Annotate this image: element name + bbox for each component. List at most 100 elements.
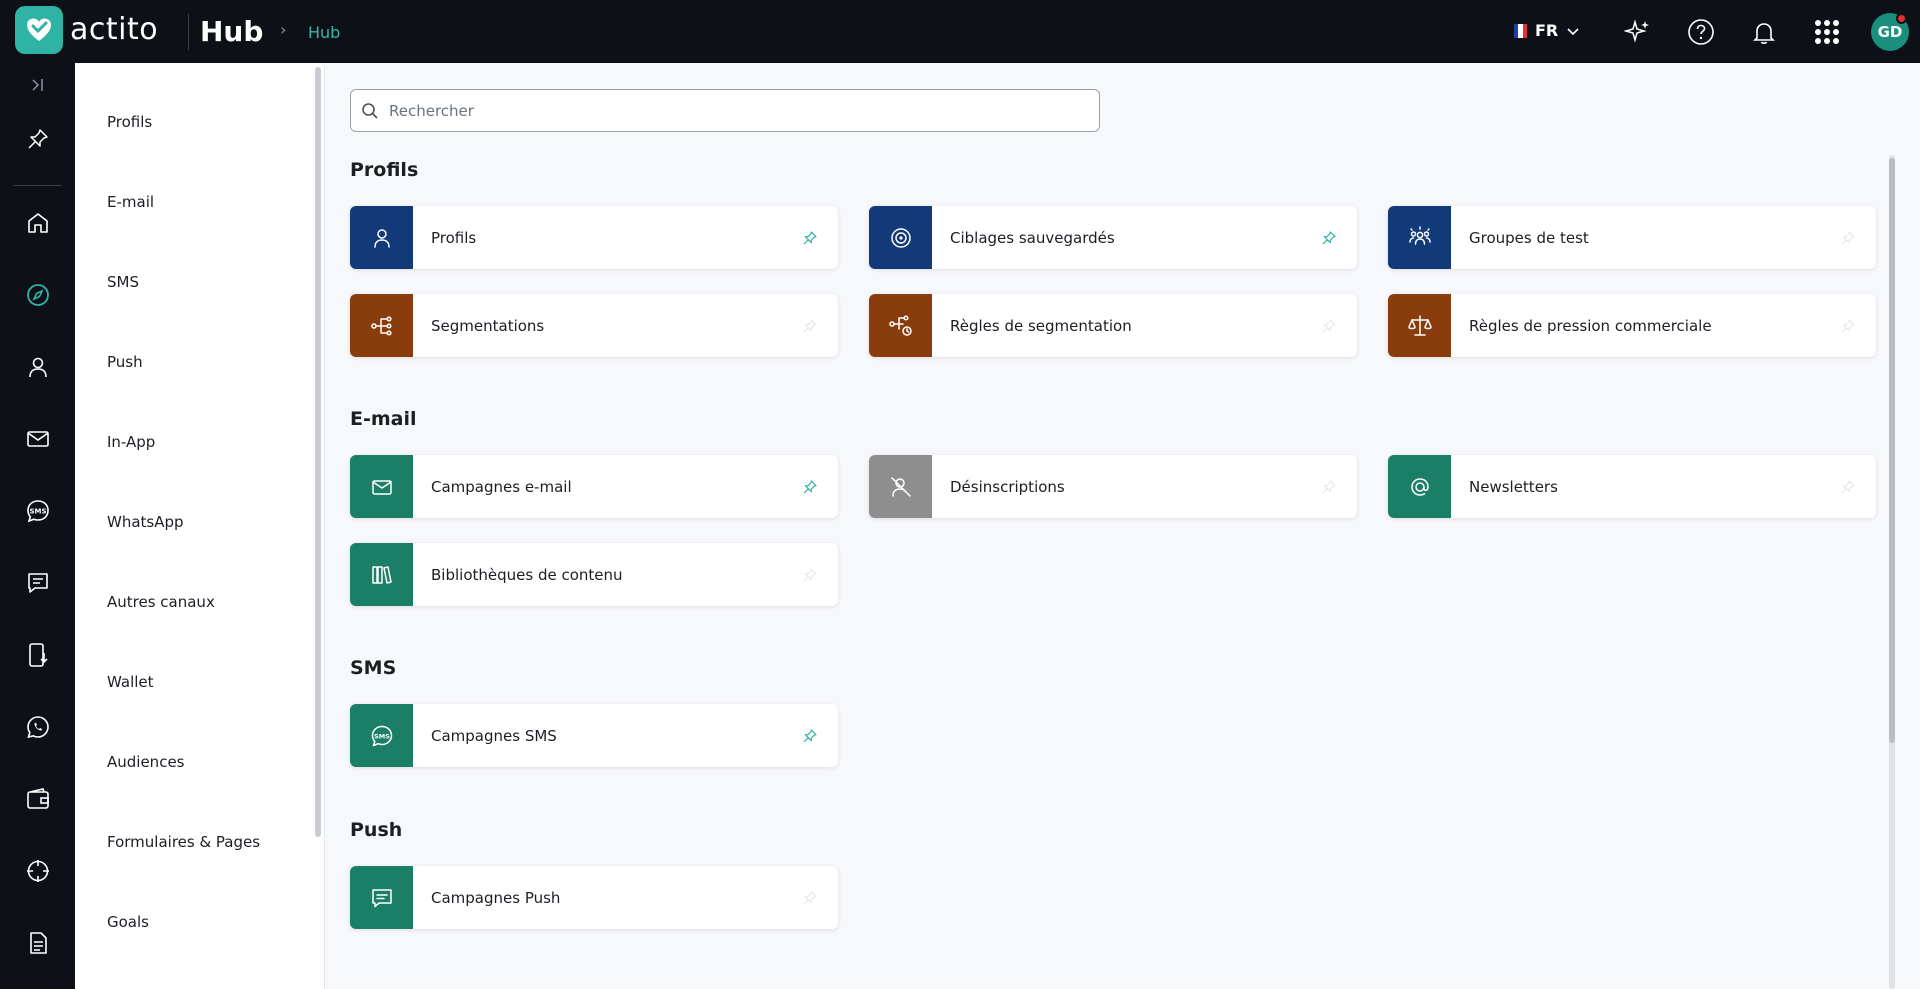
topbar-divider	[188, 14, 189, 50]
category-item[interactable]: SMS	[107, 273, 139, 291]
pin-outline-icon[interactable]	[1836, 226, 1860, 250]
hub-card-label: Désinscriptions	[950, 477, 1065, 496]
user-icon[interactable]	[22, 351, 54, 383]
home-icon[interactable]	[22, 207, 54, 239]
main-scrollbar-thumb[interactable]	[1889, 158, 1895, 743]
help-icon[interactable]	[1685, 16, 1717, 48]
target-icon	[869, 206, 932, 269]
category-item[interactable]: Wallet	[107, 673, 154, 691]
pin-outline-icon[interactable]	[798, 314, 822, 338]
hub-card[interactable]: Ciblages sauvegardés	[869, 206, 1357, 269]
hub-card-label: Segmentations	[431, 316, 545, 335]
sparkle-icon[interactable]	[1622, 16, 1654, 48]
hub-card[interactable]: Groupes de test	[1388, 206, 1876, 269]
apps-grid-icon[interactable]	[1811, 16, 1843, 48]
document-icon[interactable]	[22, 927, 54, 959]
sms-icon: SMS	[350, 704, 413, 767]
section-title: Profils	[350, 159, 419, 181]
category-item[interactable]: E-mail	[107, 193, 154, 211]
hub-card-label: Groupes de test	[1469, 228, 1589, 247]
hub-card[interactable]: Bibliothèques de contenu	[350, 543, 838, 606]
crosshair-icon[interactable]	[22, 855, 54, 887]
category-item[interactable]: WhatsApp	[107, 513, 184, 531]
section-title: Push	[350, 819, 403, 841]
expand-icon[interactable]	[22, 69, 54, 101]
main-content: Profils E-mail SMS Push Profils Ciblages …	[326, 63, 1920, 989]
whatsapp-icon[interactable]	[22, 711, 54, 743]
search-input[interactable]	[389, 101, 1069, 120]
sidebar-scrollbar[interactable]	[315, 67, 321, 837]
pin-icon[interactable]	[1317, 226, 1341, 250]
search-box[interactable]	[350, 89, 1100, 132]
mail-icon	[350, 455, 413, 518]
hub-card[interactable]: Règles de pression commerciale	[1388, 294, 1876, 357]
hub-card[interactable]: SMS Campagnes SMS	[350, 704, 838, 767]
category-sidebar: Profils E-mail SMS Push In-App WhatsApp …	[75, 63, 325, 989]
compass-icon[interactable]	[22, 279, 54, 311]
wallet-icon[interactable]	[22, 783, 54, 815]
chat-icon	[350, 866, 413, 929]
mobile-download-icon[interactable]	[22, 639, 54, 671]
pin-outline-icon[interactable]	[798, 563, 822, 587]
page-title: Hub	[200, 15, 264, 48]
hub-card-label: Campagnes SMS	[431, 726, 557, 745]
hub-card[interactable]: Campagnes Push	[350, 866, 838, 929]
user-icon	[350, 206, 413, 269]
bell-icon[interactable]	[1748, 16, 1780, 48]
mail-icon[interactable]	[22, 423, 54, 455]
hub-card[interactable]: Règles de segmentation	[869, 294, 1357, 357]
hub-card-label: Règles de pression commerciale	[1469, 316, 1712, 335]
category-item[interactable]: Autres canaux	[107, 593, 215, 611]
pin-icon[interactable]	[22, 123, 54, 155]
pin-outline-icon[interactable]	[798, 886, 822, 910]
hub-card-label: Newsletters	[1469, 477, 1558, 496]
hub-card[interactable]: Newsletters	[1388, 455, 1876, 518]
section-title: E-mail	[350, 408, 417, 430]
category-item[interactable]: Push	[107, 353, 143, 371]
pin-icon[interactable]	[798, 724, 822, 748]
brand-name: actito	[70, 12, 159, 47]
hub-card[interactable]: Profils	[350, 206, 838, 269]
flag-fr-icon	[1514, 23, 1527, 38]
section-title: SMS	[350, 657, 397, 679]
hub-card[interactable]: Segmentations	[350, 294, 838, 357]
pin-outline-icon[interactable]	[1836, 314, 1860, 338]
pin-icon[interactable]	[798, 475, 822, 499]
breadcrumb[interactable]: Hub	[308, 23, 340, 42]
notification-dot	[1896, 13, 1907, 24]
pin-outline-icon[interactable]	[1836, 475, 1860, 499]
hub-card-label: Profils	[431, 228, 477, 247]
hub-card-label: Campagnes Push	[431, 888, 561, 907]
sms-icon[interactable]: SMS	[22, 495, 54, 527]
chat-icon[interactable]	[22, 567, 54, 599]
actito-logo-icon[interactable]	[15, 6, 63, 54]
segment-icon	[350, 294, 413, 357]
hub-card[interactable]: Campagnes e-mail	[350, 455, 838, 518]
category-item[interactable]: Goals	[107, 913, 149, 931]
scale-icon	[1388, 294, 1451, 357]
hub-card-label: Campagnes e-mail	[431, 477, 572, 496]
pin-outline-icon[interactable]	[1317, 475, 1341, 499]
pin-outline-icon[interactable]	[1317, 314, 1341, 338]
segment-rule-icon	[869, 294, 932, 357]
chevron-right-icon: ›	[280, 20, 287, 39]
at-icon	[1388, 455, 1451, 518]
category-item[interactable]: Formulaires & Pages	[107, 833, 260, 851]
chevron-down-icon	[1567, 27, 1579, 35]
hub-card[interactable]: Désinscriptions	[869, 455, 1357, 518]
hub-card-label: Règles de segmentation	[950, 316, 1132, 335]
category-item[interactable]: Profils	[107, 113, 152, 131]
language-selector[interactable]: FR	[1514, 21, 1580, 40]
rail-separator	[14, 185, 62, 186]
hub-card-label: Bibliothèques de contenu	[431, 565, 623, 584]
unsubscribe-icon	[869, 455, 932, 518]
svg-text:SMS: SMS	[29, 508, 46, 516]
hub-card-label: Ciblages sauvegardés	[950, 228, 1115, 247]
language-label: FR	[1535, 21, 1559, 40]
pin-icon[interactable]	[798, 226, 822, 250]
category-item[interactable]: Audiences	[107, 753, 184, 771]
svg-text:SMS: SMS	[374, 732, 390, 740]
search-icon	[362, 102, 378, 119]
category-item[interactable]: In-App	[107, 433, 155, 451]
left-rail: SMS	[0, 63, 75, 989]
